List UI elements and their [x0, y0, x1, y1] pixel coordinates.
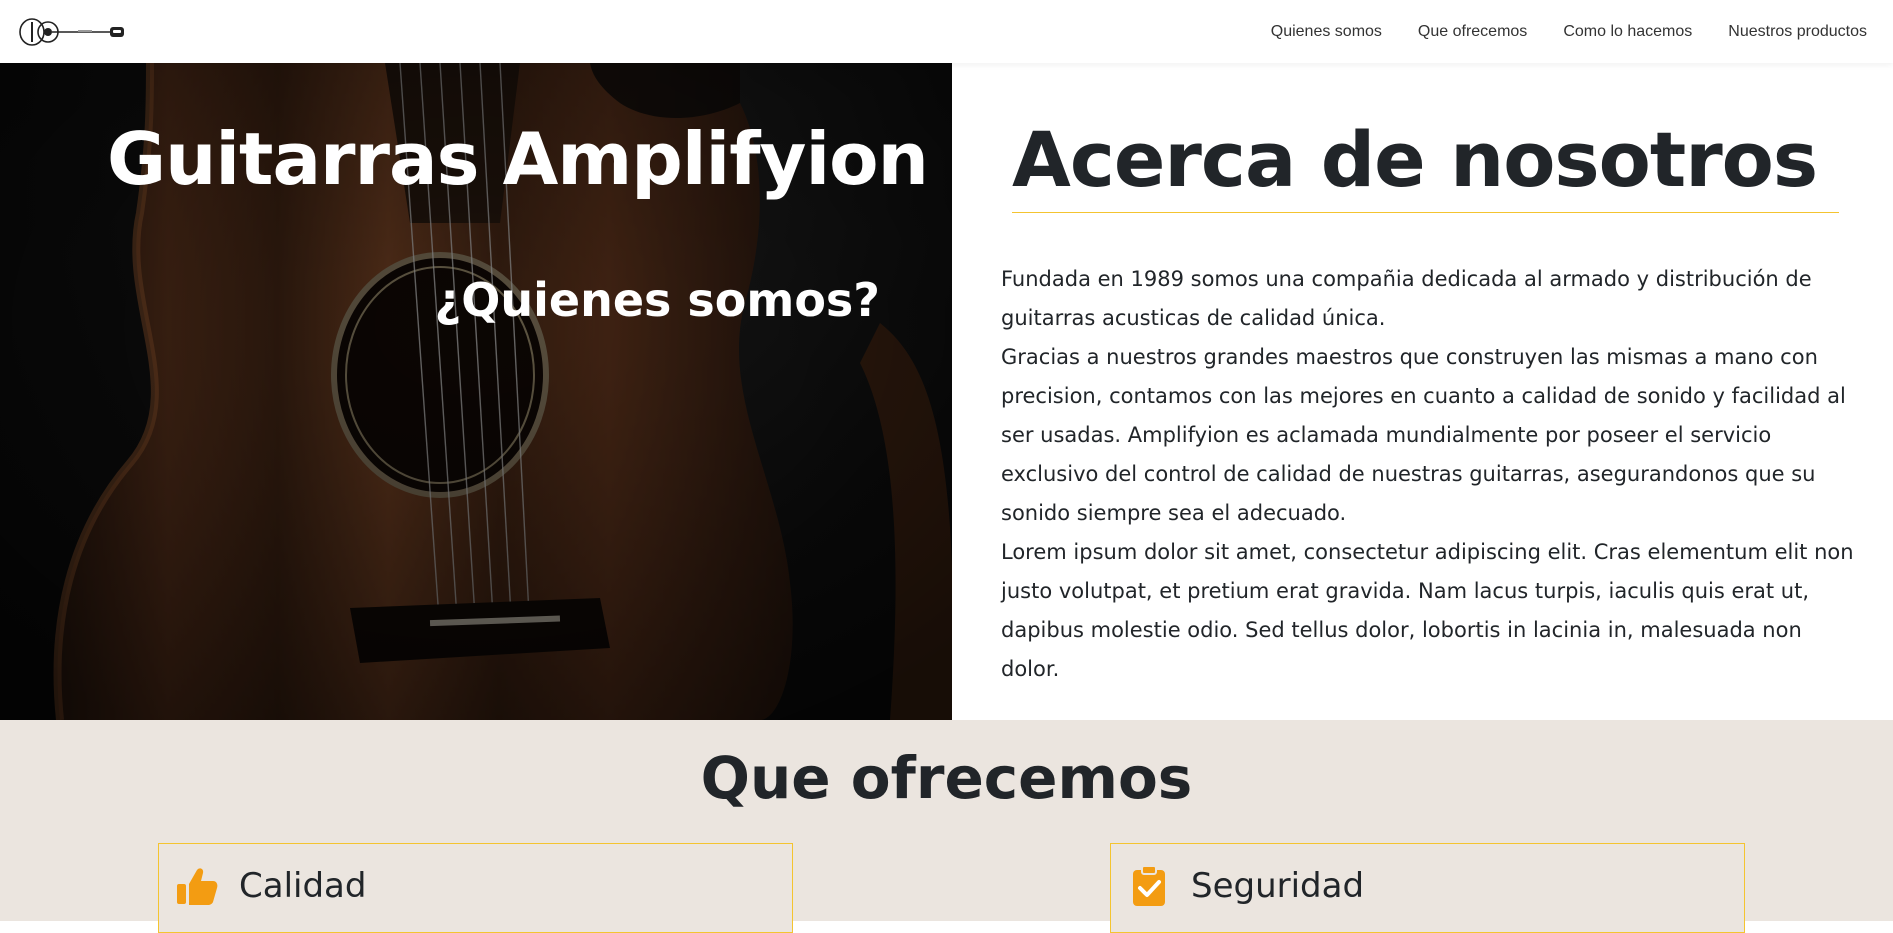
about-paragraph: Gracias a nuestros grandes maestros que …: [1001, 345, 1846, 525]
hero-section: Guitarras Amplifyion ¿Quienes somos? Ace…: [0, 63, 1893, 720]
offer-card-calidad: Calidad: [158, 843, 793, 933]
offer-card-label: Calidad: [239, 866, 367, 906]
nav-link-nuestros-productos[interactable]: Nuestros productos: [1710, 23, 1875, 41]
thumbs-up-icon: [177, 868, 218, 905]
offer-title: Que ofrecemos: [700, 744, 1193, 812]
about-text: Fundada en 1989 somos una compañia dedic…: [1001, 260, 1859, 689]
about-panel: Acerca de nosotros Fundada en 1989 somos…: [952, 63, 1893, 720]
navbar: Quienes somos Que ofrecemos Como lo hace…: [0, 0, 1893, 63]
offer-card-label: Seguridad: [1191, 866, 1365, 906]
offer-section: Que ofrecemos Calidad Seguridad: [0, 720, 1893, 933]
nav-links: Quienes somos Que ofrecemos Como lo hace…: [1253, 23, 1875, 41]
guitar-logo[interactable]: [18, 12, 126, 52]
hero-image-panel: Guitarras Amplifyion ¿Quienes somos?: [0, 63, 952, 720]
nav-link-que-ofrecemos[interactable]: Que ofrecemos: [1400, 23, 1545, 41]
about-paragraph: Lorem ipsum dolor sit amet, consectetur …: [1001, 540, 1854, 681]
offer-card-seguridad: Seguridad: [1110, 843, 1745, 933]
about-divider: [1012, 212, 1839, 213]
clipboard-check-icon: [1133, 865, 1165, 906]
hero-title: Guitarras Amplifyion: [107, 117, 929, 201]
about-paragraph: Fundada en 1989 somos una compañia dedic…: [1001, 267, 1812, 330]
guitar-logo-icon: [19, 17, 124, 46]
about-title: Acerca de nosotros: [1012, 115, 1818, 204]
nav-link-como-lo-hacemos[interactable]: Como lo hacemos: [1545, 23, 1710, 41]
nav-link-quienes-somos[interactable]: Quienes somos: [1253, 23, 1400, 41]
hero-subtitle: ¿Quienes somos?: [434, 273, 880, 327]
